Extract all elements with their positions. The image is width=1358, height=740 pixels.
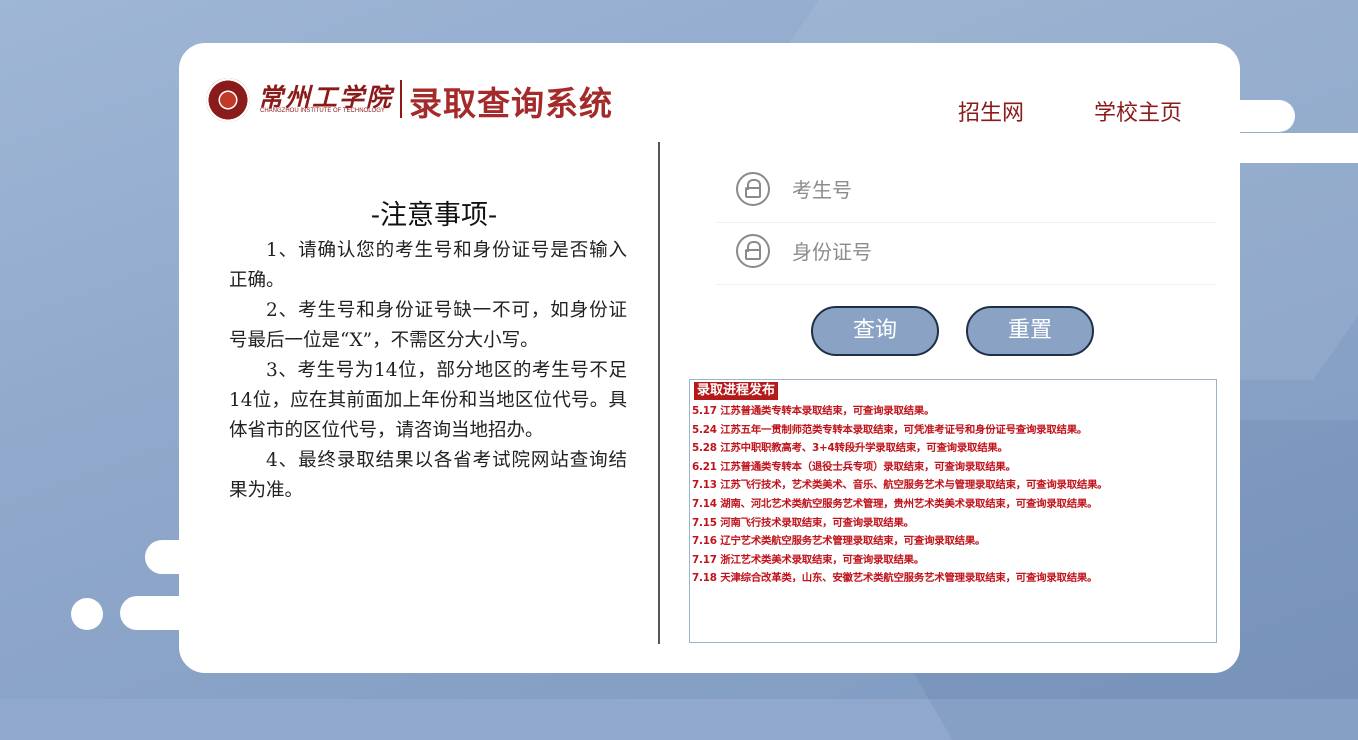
logo-divider bbox=[400, 80, 402, 118]
news-item: 7.15 河南飞行技术录取结束，可查询录取结果。 bbox=[692, 516, 914, 529]
school-name-en: CHANGZHOU INSTITUTE OF TECHNOLOGY bbox=[260, 108, 385, 114]
news-title: 录取进程发布 bbox=[694, 382, 779, 400]
admission-news-panel: 录取进程发布 5.17 江苏普通类专转本录取结束，可查询录取结果。 5.24 江… bbox=[689, 379, 1217, 643]
notice-title: -注意事项- bbox=[370, 200, 498, 231]
reset-button[interactable]: 重置 bbox=[966, 306, 1094, 356]
news-item: 7.17 浙江艺术类美术录取结束，可查询录取结果。 bbox=[692, 553, 925, 566]
lock-icon bbox=[736, 172, 770, 206]
id-number-input[interactable] bbox=[790, 236, 1194, 268]
nav-admissions-link[interactable]: 招生网 bbox=[958, 95, 1024, 127]
news-item: 7.18 天津综合改革类，山东、安徽艺术类航空服务艺术管理录取结束，可查询录取结… bbox=[692, 572, 1098, 585]
notice-body: 1、请确认您的考生号和身份证号是否输入正确。 2、考生号和身份证号缺一不可，如身… bbox=[229, 236, 627, 506]
news-item: 7.13 江苏飞行技术，艺术类美术、音乐、航空服务艺术与管理录取结束，可查询录取… bbox=[692, 479, 1108, 492]
notice-item: 2、考生号和身份证号缺一不可，如身份证号最后一位是“X”，不需区分大小写。 bbox=[229, 300, 627, 351]
news-item: 5.28 江苏中职职教高考、3+4转段升学录取结束，可查询录取结果。 bbox=[692, 442, 1008, 455]
notice-item: 3、考生号为14位，部分地区的考生号不足14位，应在其前面加上年份和当地区位代号… bbox=[229, 360, 627, 441]
id-number-field bbox=[716, 222, 1216, 285]
query-button[interactable]: 查询 bbox=[811, 306, 939, 356]
news-item: 7.16 辽宁艺术类航空服务艺术管理录取结束，可查询录取结果。 bbox=[692, 535, 986, 548]
news-list: 5.17 江苏普通类专转本录取结束，可查询录取结果。 5.24 江苏五年一贯制师… bbox=[692, 402, 1108, 588]
lock-icon bbox=[736, 234, 770, 268]
candidate-number-input[interactable] bbox=[790, 174, 1194, 206]
school-emblem-icon bbox=[206, 78, 250, 122]
section-divider bbox=[658, 142, 660, 644]
news-item: 6.21 江苏普通类专转本（退役士兵专项）录取结束，可查询录取结果。 bbox=[692, 460, 1016, 473]
news-item: 7.14 湖南、河北艺术类航空服务艺术管理，贵州艺术类美术录取结束，可查询录取结… bbox=[692, 497, 1098, 510]
news-item: 5.24 江苏五年一贯制师范类专转本录取结束，可凭准考证号和身份证号查询录取结果… bbox=[692, 423, 1088, 436]
nav-school-home-link[interactable]: 学校主页 bbox=[1094, 95, 1182, 127]
news-item: 5.17 江苏普通类专转本录取结束，可查询录取结果。 bbox=[692, 405, 935, 417]
decorative-dot bbox=[71, 598, 103, 630]
notice-item: 1、请确认您的考生号和身份证号是否输入正确。 bbox=[229, 240, 627, 291]
candidate-number-field bbox=[716, 160, 1216, 223]
notice-item: 4、最终录取结果以各省考试院网站查询结果为准。 bbox=[229, 450, 627, 501]
system-title: 录取查询系统 bbox=[409, 84, 613, 123]
